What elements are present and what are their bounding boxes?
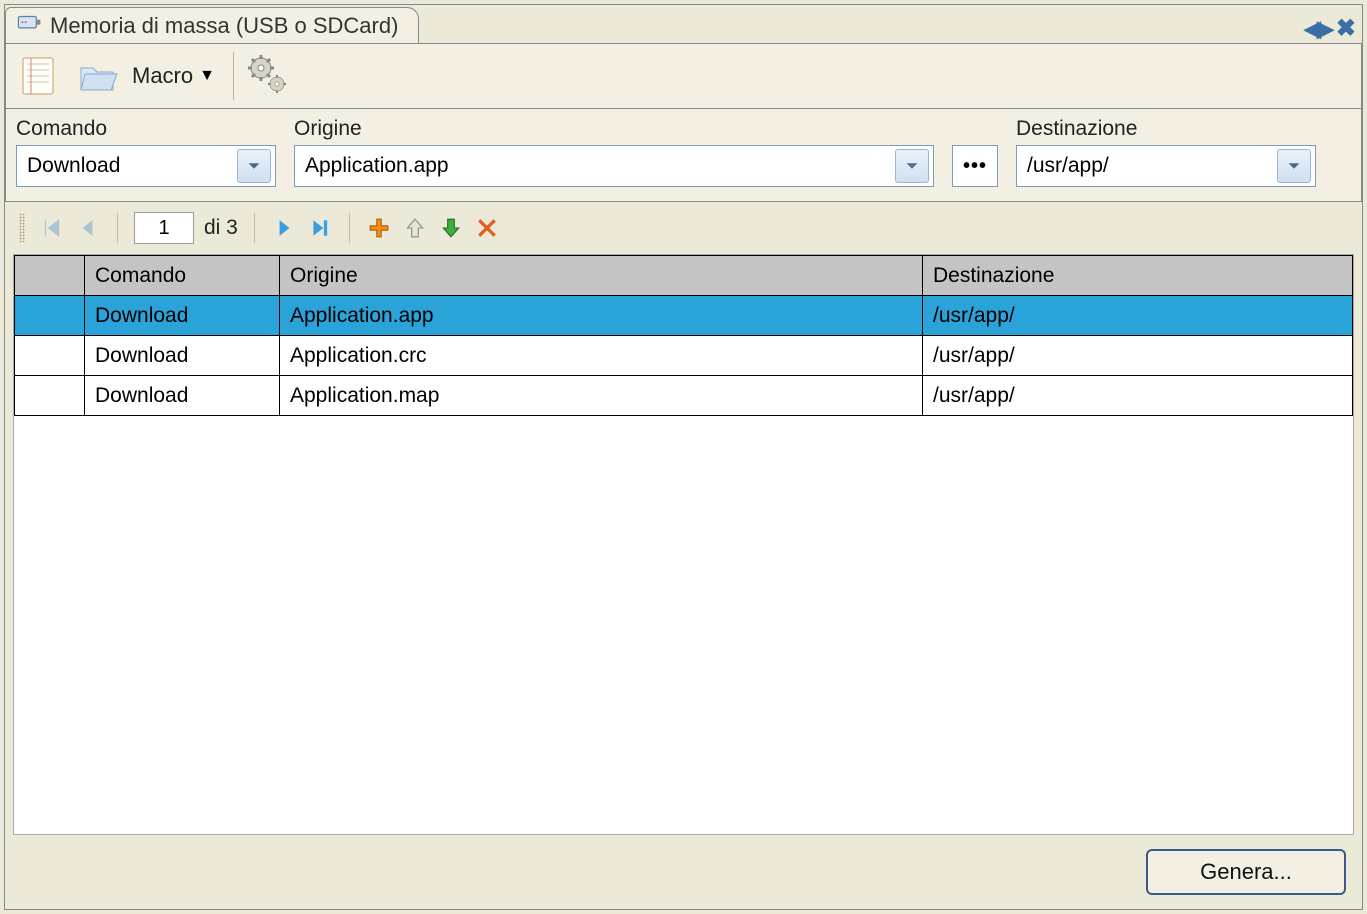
delete-button[interactable] <box>474 215 500 241</box>
tab-nav-arrows-icon[interactable]: ◀▶ <box>1304 16 1330 42</box>
cell-destinazione[interactable]: /usr/app/ <box>923 296 1353 336</box>
chevron-down-icon <box>237 149 271 183</box>
separator <box>117 213 118 243</box>
tab-title: Memoria di massa (USB o SDCard) <box>50 13 398 39</box>
col-origine[interactable]: Origine <box>280 256 923 296</box>
cell-origine[interactable]: Application.crc <box>280 336 923 376</box>
first-record-button[interactable] <box>39 215 65 241</box>
col-destinazione[interactable]: Destinazione <box>923 256 1353 296</box>
comando-label: Comando <box>16 117 276 141</box>
prev-record-button[interactable] <box>75 215 101 241</box>
cell-comando[interactable]: Download <box>85 376 280 416</box>
row-handle[interactable] <box>15 376 85 416</box>
browse-button[interactable]: ••• <box>952 145 998 187</box>
close-icon[interactable]: ✖ <box>1336 14 1356 43</box>
comando-value: Download <box>27 154 237 178</box>
settings-button[interactable] <box>242 49 296 103</box>
move-down-button[interactable] <box>438 215 464 241</box>
grip-icon <box>19 213 25 243</box>
chevron-down-icon: ▼ <box>199 67 215 85</box>
cell-origine[interactable]: Application.map <box>280 376 923 416</box>
table-row[interactable]: DownloadApplication.app/usr/app/ <box>15 296 1353 336</box>
row-header-blank <box>15 256 85 296</box>
open-folder-button[interactable] <box>70 49 124 103</box>
table-header-row: Comando Origine Destinazione <box>15 256 1353 296</box>
origine-select[interactable]: Application.app <box>294 145 934 187</box>
new-list-button[interactable] <box>12 49 66 103</box>
chevron-down-icon <box>895 149 929 183</box>
cell-comando[interactable]: Download <box>85 336 280 376</box>
row-handle[interactable] <box>15 296 85 336</box>
destinazione-value: /usr/app/ <box>1027 154 1277 178</box>
page-total: di 3 <box>204 216 238 240</box>
ellipsis-icon: ••• <box>963 155 987 178</box>
commands-table: Comando Origine Destinazione DownloadApp… <box>13 254 1354 835</box>
macro-label: Macro <box>132 63 193 89</box>
record-navigator: di 3 <box>5 202 1362 254</box>
separator <box>233 52 234 100</box>
comando-select[interactable]: Download <box>16 145 276 187</box>
tab-mass-storage[interactable]: Memoria di massa (USB o SDCard) <box>5 7 419 43</box>
col-comando[interactable]: Comando <box>85 256 280 296</box>
tab-bar: Memoria di massa (USB o SDCard) ◀▶ ✖ <box>5 5 1362 43</box>
generate-button[interactable]: Genera... <box>1146 849 1346 895</box>
form-panel: Comando Download Origine Application.app… <box>5 109 1362 202</box>
destinazione-label: Destinazione <box>1016 117 1316 141</box>
macro-dropdown[interactable]: Macro ▼ <box>128 49 225 103</box>
table-row[interactable]: DownloadApplication.crc/usr/app/ <box>15 336 1353 376</box>
move-up-button[interactable] <box>402 215 428 241</box>
last-record-button[interactable] <box>307 215 333 241</box>
next-record-button[interactable] <box>271 215 297 241</box>
add-button[interactable] <box>366 215 392 241</box>
origine-value: Application.app <box>305 154 895 178</box>
chevron-down-icon <box>1277 149 1311 183</box>
origine-label: Origine <box>294 117 934 141</box>
device-icon <box>16 10 42 42</box>
cell-origine[interactable]: Application.app <box>280 296 923 336</box>
cell-destinazione[interactable]: /usr/app/ <box>923 336 1353 376</box>
cell-destinazione[interactable]: /usr/app/ <box>923 376 1353 416</box>
toolbar: Macro ▼ <box>5 43 1362 109</box>
cell-comando[interactable]: Download <box>85 296 280 336</box>
separator <box>254 213 255 243</box>
table-row[interactable]: DownloadApplication.map/usr/app/ <box>15 376 1353 416</box>
page-input[interactable] <box>134 212 194 244</box>
footer: Genera... <box>5 835 1362 909</box>
row-handle[interactable] <box>15 336 85 376</box>
separator <box>349 213 350 243</box>
destinazione-select[interactable]: /usr/app/ <box>1016 145 1316 187</box>
